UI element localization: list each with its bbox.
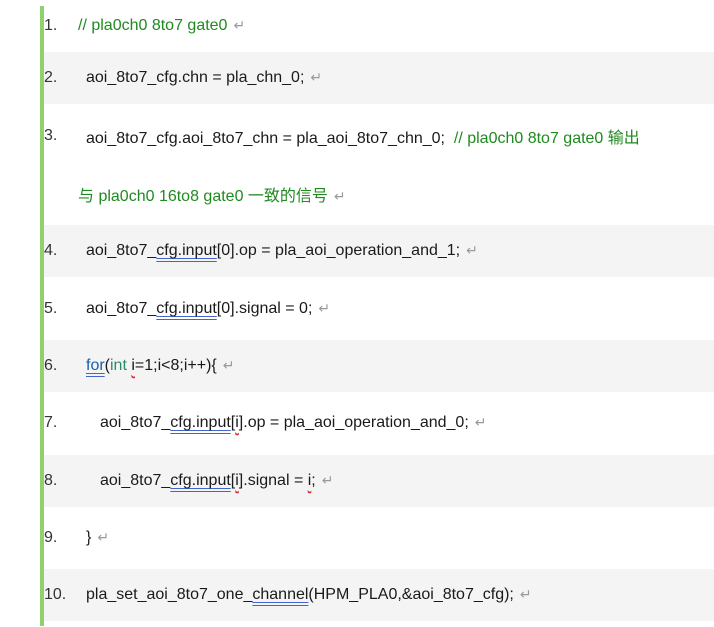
code-line-3-continuation: 与 pla0ch0 16to8 gate0 一致的信号 ↵ <box>44 168 714 220</box>
keyword-for: for <box>86 357 105 374</box>
code-text: for(int i=1;i<8;i++){↵ <box>86 357 235 374</box>
line-number: 5. <box>44 300 58 317</box>
code-text: aoi_8to7_cfg.chn = pla_chn_0; ↵ <box>86 69 323 86</box>
line-number: 9. <box>44 529 58 546</box>
line-number: 7. <box>44 414 58 431</box>
code-text: pla_set_aoi_8to7_one_channel(HPM_PLA0,&a… <box>86 586 532 603</box>
code-text: aoi_8to7_cfg.aoi_8to7_chn = pla_aoi_8to7… <box>86 130 640 147</box>
code-line-8: 8. aoi_8to7_cfg.input[i].signal = i; ↵ <box>44 455 714 507</box>
paragraph-mark-icon: ↵ <box>222 357 235 373</box>
code-line-6: 6. for(int i=1;i<8;i++){↵ <box>44 340 714 392</box>
line-number: 10. <box>44 586 67 603</box>
line-number: 6. <box>44 357 58 374</box>
code-listing: 1. // pla0ch0 8to7 gate0 ↵ 2. aoi_8to7_cf… <box>0 0 714 627</box>
line-number: 3. <box>44 127 58 144</box>
code-text: aoi_8to7_cfg.input[i].op = pla_aoi_opera… <box>100 414 487 431</box>
paragraph-mark-icon: ↵ <box>233 17 246 33</box>
code-line-3: 3. aoi_8to7_cfg.aoi_8to7_chn = pla_aoi_8… <box>44 110 714 162</box>
line-number: 1. <box>44 17 58 34</box>
code-line-4: 4. aoi_8to7_cfg.input[0].op = pla_aoi_op… <box>44 225 714 277</box>
paragraph-mark-icon: ↵ <box>519 586 532 602</box>
code-comment: // pla0ch0 8to7 gate0 ↵ <box>78 17 246 34</box>
paragraph-mark-icon: ↵ <box>466 242 478 258</box>
paragraph-mark-icon: ↵ <box>474 414 487 430</box>
paragraph-mark-icon: ↵ <box>318 300 331 316</box>
code-comment-continued: 与 pla0ch0 16to8 gate0 一致的信号 ↵ <box>78 188 346 205</box>
code-text: } ↵ <box>86 529 110 546</box>
code-line-7: 7. aoi_8to7_cfg.input[i].op = pla_aoi_op… <box>44 397 714 449</box>
keyword-int: int <box>110 357 127 374</box>
code-line-5: 5. aoi_8to7_cfg.input[0].signal = 0; ↵ <box>44 283 714 335</box>
code-line-1: 1. // pla0ch0 8to7 gate0 ↵ <box>44 0 714 52</box>
paragraph-mark-icon: ↵ <box>333 188 346 204</box>
line-number: 4. <box>44 242 58 259</box>
line-number: 2. <box>44 69 58 86</box>
paragraph-mark-icon: ↵ <box>97 529 110 545</box>
line-number: 8. <box>44 472 58 489</box>
code-line-9: 9. } ↵ <box>44 512 714 564</box>
paragraph-mark-icon: ↵ <box>310 69 323 85</box>
paragraph-mark-icon: ↵ <box>321 472 334 488</box>
code-text: aoi_8to7_cfg.input[i].signal = i; ↵ <box>100 472 334 489</box>
code-text: aoi_8to7_cfg.input[0].op = pla_aoi_opera… <box>86 242 478 259</box>
code-text: aoi_8to7_cfg.input[0].signal = 0; ↵ <box>86 300 331 317</box>
code-comment: // pla0ch0 8to7 gate0 输出 <box>453 130 640 147</box>
code-line-2: 2. aoi_8to7_cfg.chn = pla_chn_0; ↵ <box>44 52 714 104</box>
code-line-10: 10. pla_set_aoi_8to7_one_channel(HPM_PLA… <box>44 569 714 621</box>
